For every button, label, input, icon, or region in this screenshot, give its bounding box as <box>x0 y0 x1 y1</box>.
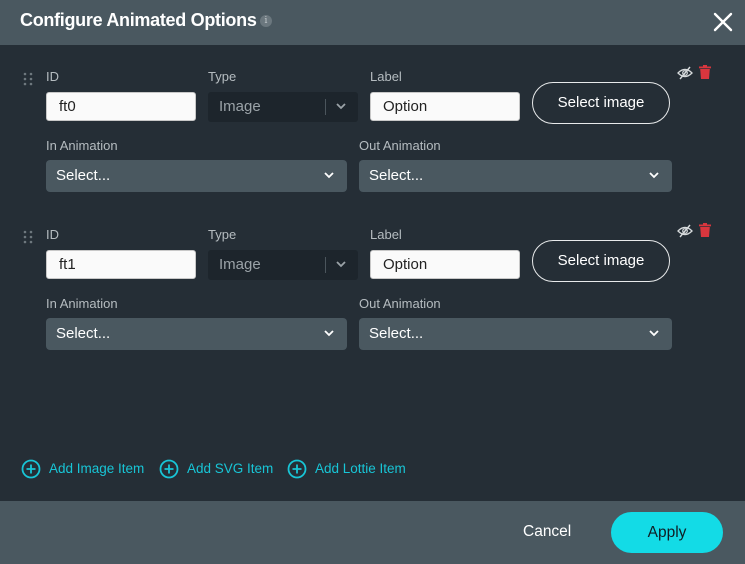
out-animation-label: Out Animation <box>359 296 441 311</box>
chevron-down-icon <box>336 261 346 268</box>
plus-circle-icon <box>21 459 41 479</box>
in-animation-select[interactable]: Select... <box>46 160 347 192</box>
id-input[interactable] <box>46 92 196 121</box>
id-label: ID <box>46 227 59 242</box>
label-input[interactable] <box>370 250 520 279</box>
drag-handle-icon[interactable] <box>22 72 34 86</box>
trash-icon[interactable] <box>699 223 711 237</box>
select-separator <box>325 257 326 273</box>
add-image-item-label: Add Image Item <box>49 461 145 476</box>
label-label: Label <box>370 69 402 84</box>
out-animation-value: Select... <box>369 325 424 342</box>
in-animation-label: In Animation <box>46 138 118 153</box>
trash-icon[interactable] <box>699 65 711 79</box>
add-lottie-item-button[interactable]: Add Lottie Item <box>287 459 413 479</box>
select-image-button[interactable]: Select image <box>532 82 670 124</box>
chevron-down-icon <box>336 103 346 110</box>
out-animation-select[interactable]: Select... <box>359 160 672 192</box>
add-svg-item-button[interactable]: Add SVG Item <box>159 459 275 479</box>
drag-handle-icon[interactable] <box>22 230 34 244</box>
id-label: ID <box>46 69 59 84</box>
info-icon[interactable]: i <box>260 15 272 27</box>
close-button[interactable] <box>712 11 734 33</box>
chevron-down-icon <box>649 330 659 337</box>
plus-circle-icon <box>159 459 179 479</box>
add-svg-item-label: Add SVG Item <box>187 461 274 476</box>
select-separator <box>325 99 326 115</box>
chevron-down-icon <box>324 330 334 337</box>
type-value: Image <box>219 256 261 273</box>
type-value: Image <box>219 98 261 115</box>
type-select[interactable]: Image <box>208 92 358 122</box>
chevron-down-icon <box>649 172 659 179</box>
label-input[interactable] <box>370 92 520 121</box>
out-animation-label: Out Animation <box>359 138 441 153</box>
eye-off-icon[interactable] <box>677 66 693 80</box>
id-input[interactable] <box>46 250 196 279</box>
eye-off-icon[interactable] <box>677 224 693 238</box>
in-animation-value: Select... <box>56 325 111 342</box>
type-label: Type <box>208 69 237 84</box>
add-lottie-item-label: Add Lottie Item <box>315 461 406 476</box>
plus-circle-icon <box>287 459 307 479</box>
close-icon <box>713 12 733 32</box>
select-image-button[interactable]: Select image <box>532 240 670 282</box>
label-label: Label <box>370 227 402 242</box>
cancel-button[interactable]: Cancel <box>523 523 571 541</box>
in-animation-label: In Animation <box>46 296 118 311</box>
in-animation-value: Select... <box>56 167 111 184</box>
dialog-header: Configure Animated Options i <box>0 0 745 45</box>
type-select[interactable]: Image <box>208 250 358 280</box>
add-image-item-button[interactable]: Add Image Item <box>21 459 147 479</box>
out-animation-value: Select... <box>369 167 424 184</box>
dialog-title: Configure Animated Options <box>20 10 257 30</box>
apply-button[interactable]: Apply <box>611 512 723 553</box>
chevron-down-icon <box>324 172 334 179</box>
in-animation-select[interactable]: Select... <box>46 318 347 350</box>
out-animation-select[interactable]: Select... <box>359 318 672 350</box>
type-label: Type <box>208 227 237 242</box>
